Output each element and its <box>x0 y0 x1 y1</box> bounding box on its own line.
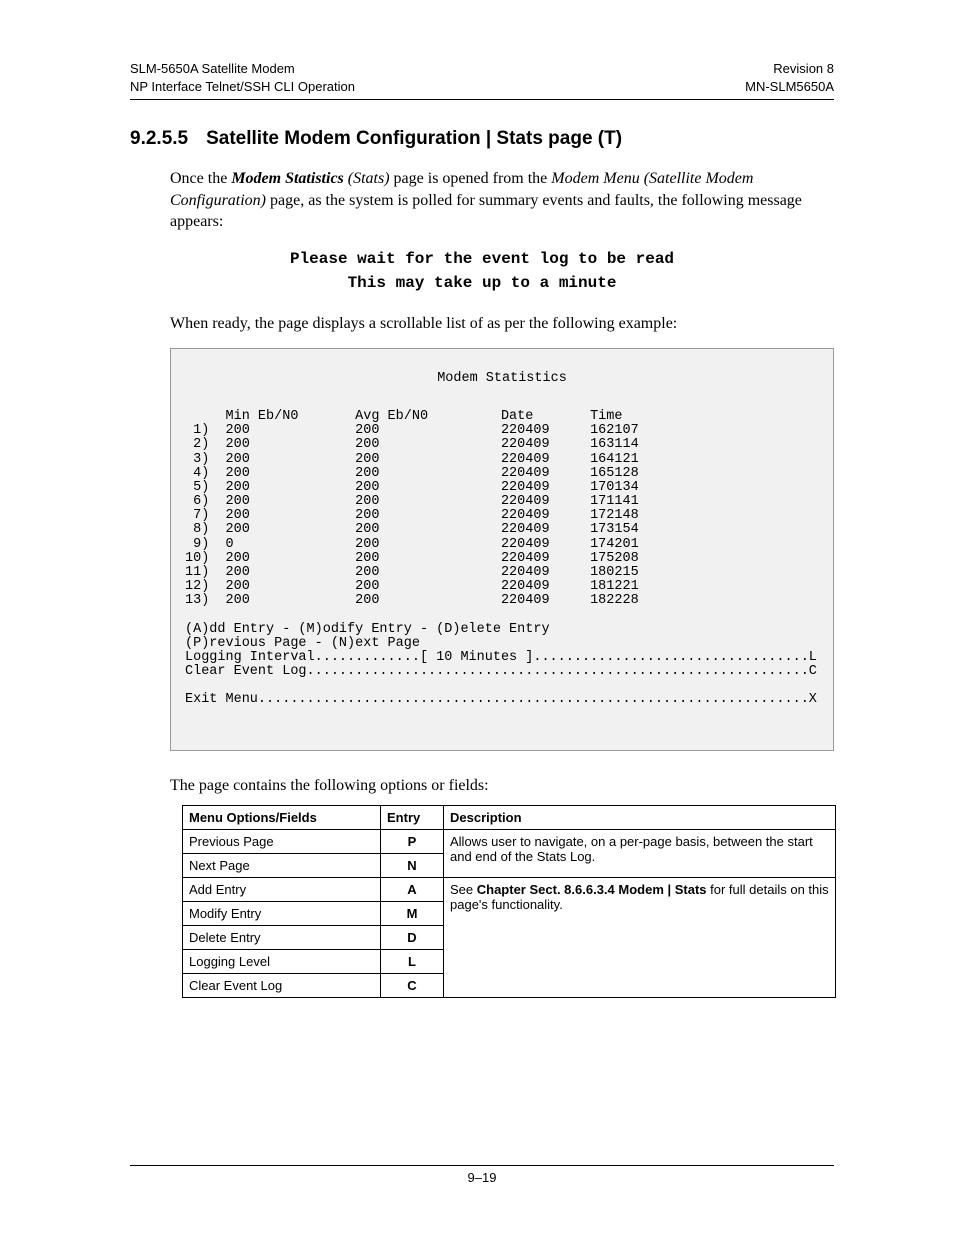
page-footer: 9–19 <box>130 1165 834 1185</box>
wait-line2: This may take up to a minute <box>130 271 834 295</box>
options-table: Menu Options/Fields Entry Description Pr… <box>182 805 836 998</box>
terminal-title: Modem Statistics <box>185 372 819 386</box>
ready-paragraph: When ready, the page displays a scrollab… <box>130 313 834 335</box>
intro-paragraph: Once the Modem Statistics (Stats) page i… <box>130 168 834 233</box>
section-number: 9.2.5.5 <box>130 128 188 150</box>
desc-nav: Allows user to navigate, on a per-page b… <box>444 829 836 877</box>
col-menu-header: Menu Options/Fields <box>183 805 381 829</box>
header-right-line1: Revision 8 <box>745 60 834 78</box>
col-desc-header: Description <box>444 805 836 829</box>
table-row: Previous Page P Allows user to navigate,… <box>183 829 836 853</box>
header-left-line2: NP Interface Telnet/SSH CLI Operation <box>130 78 355 96</box>
footer-rule <box>130 1165 834 1166</box>
header-left-line1: SLM-5650A Satellite Modem <box>130 60 355 78</box>
wait-line1: Please wait for the event log to be read <box>130 247 834 271</box>
section-title: Satellite Modem Configuration | Stats pa… <box>206 128 622 149</box>
desc-chapter: See Chapter Sect. 8.6.6.3.4 Modem | Stat… <box>444 877 836 997</box>
header-rule <box>130 99 834 100</box>
header-right-line2: MN-SLM5650A <box>745 78 834 96</box>
terminal-body: Min Eb/N0 Avg Eb/N0 Date Time 1) 200 200… <box>185 410 819 708</box>
terminal-screen: Modem Statistics Min Eb/N0 Avg Eb/N0 Dat… <box>170 348 834 750</box>
col-entry-header: Entry <box>381 805 444 829</box>
page-number: 9–19 <box>130 1170 834 1185</box>
page-header: SLM-5650A Satellite Modem NP Interface T… <box>130 60 834 95</box>
table-row: Add Entry A See Chapter Sect. 8.6.6.3.4 … <box>183 877 836 901</box>
section-heading: 9.2.5.5 Satellite Modem Configuration | S… <box>130 128 834 150</box>
options-intro: The page contains the following options … <box>170 777 834 795</box>
wait-message: Please wait for the event log to be read… <box>130 247 834 295</box>
